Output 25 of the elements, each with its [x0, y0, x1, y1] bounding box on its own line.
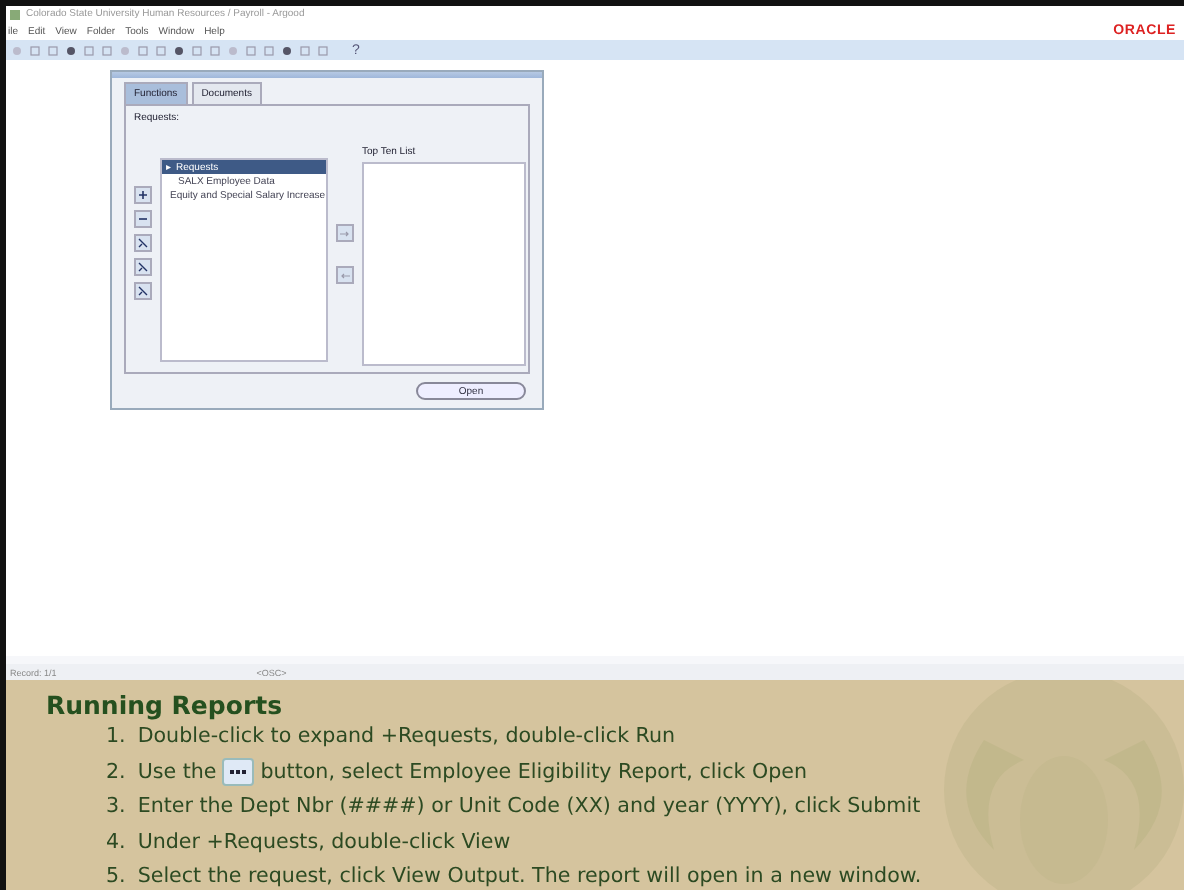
tree-button[interactable]	[134, 258, 152, 276]
step-number: 5.	[106, 862, 126, 890]
expand-button[interactable]	[134, 186, 152, 204]
step-text: Select the request, click View Output. The report will open in a new window.	[137, 862, 922, 890]
step-text: Double-click to expand +Requests, double-click Run	[137, 722, 676, 752]
tree-button[interactable]	[134, 234, 152, 252]
step-text: Use the	[137, 757, 217, 787]
ellipsis-icon	[230, 770, 247, 775]
collapse-button[interactable]	[134, 210, 152, 228]
step-number: 4.	[106, 827, 126, 857]
right-arrow-icon	[340, 229, 350, 237]
remove-button[interactable]	[336, 266, 354, 284]
plus-icon	[138, 190, 148, 200]
step-number: 3.	[106, 792, 126, 822]
minus-icon	[138, 214, 148, 224]
add-button[interactable]	[336, 224, 354, 242]
step-text: Enter the Dept Nbr (####) or Unit Code (XX) and year (YYYY), click Submit	[137, 792, 921, 822]
step-text: button, select Employee Eligibility Report, click Open	[260, 757, 808, 787]
step-number: 1.	[106, 722, 126, 752]
step-number: 2.	[106, 757, 126, 787]
left-arrow-icon	[340, 271, 350, 279]
tree-button[interactable]	[134, 282, 152, 300]
slide-title: Running Reports	[46, 690, 285, 720]
app-icon	[10, 9, 20, 19]
step-text: Under +Requests, double-click View	[137, 827, 511, 857]
